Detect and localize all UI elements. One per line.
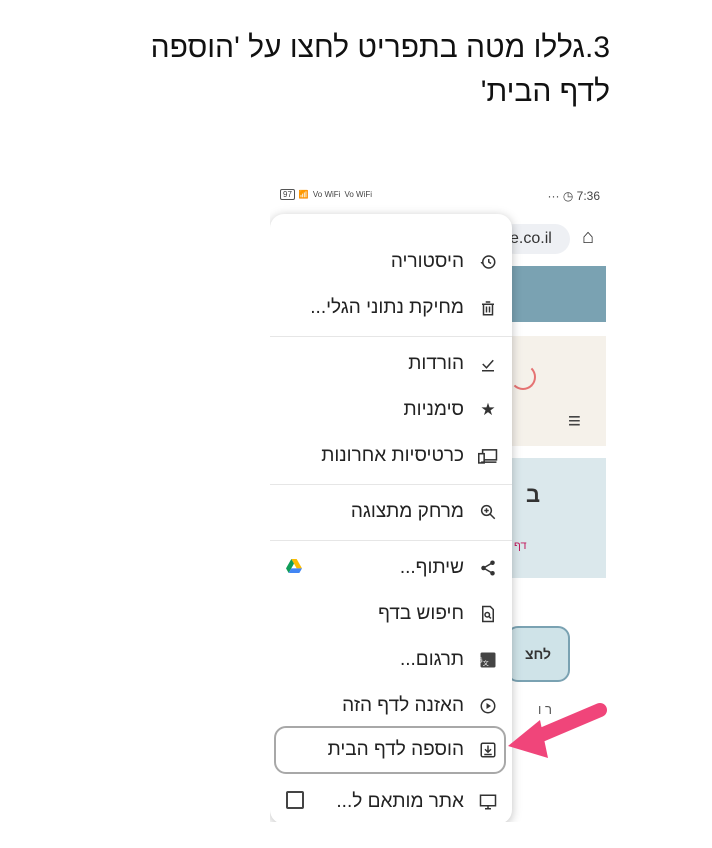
menu-item-clear-data[interactable]: מחיקת נתוני הגלי... [270, 286, 512, 330]
menu-label-recent-tabs: כרטיסיות אחרונות [321, 445, 464, 466]
download-icon [478, 354, 498, 374]
find-in-page-icon [478, 604, 498, 624]
status-left: 97 📶 Vo WiFi Vo WiFi [280, 189, 372, 200]
menu-divider [270, 484, 512, 485]
menu-label-add-to-home: הוספה לדף הבית [327, 739, 464, 760]
instruction-line-1: 3.גללו מטה בתפריט לחצו על 'הוספה [150, 31, 610, 64]
menu-item-history[interactable]: היסטוריה [270, 240, 512, 284]
menu-item-desktop-site[interactable]: אתר מותאם ל... [270, 780, 512, 822]
menu-label-find-in-page: חיפוש בדף [378, 603, 464, 624]
status-right: ··· ◷ 7:36 [547, 189, 600, 203]
menu-item-bookmarks[interactable]: ★ סימניות [270, 388, 512, 432]
play-icon [478, 696, 498, 716]
menu-item-find-in-page[interactable]: חיפוש בדף [270, 592, 512, 636]
loading-spinner-icon [510, 364, 536, 390]
trash-icon [478, 298, 498, 318]
status-dots: ··· [547, 189, 560, 203]
browser-overflow-menu: היסטוריה מחיקת נתוני הגלי... הורדות ★ סי… [270, 214, 512, 822]
page-cta-button[interactable]: לחצ [506, 626, 570, 682]
star-icon: ★ [480, 400, 496, 419]
menu-label-zoom: מרחק מתצוגה [350, 501, 464, 522]
menu-item-add-to-home[interactable]: הוספה לדף הבית [270, 728, 512, 772]
desktop-site-checkbox[interactable] [286, 790, 304, 814]
instruction-line-2: לדף הבית' [480, 75, 610, 108]
translate-icon: G文 [478, 650, 498, 670]
url-text[interactable]: e.co.il [510, 230, 552, 248]
svg-text:文: 文 [483, 659, 489, 667]
menu-item-translate[interactable]: G文 תרגום... [270, 638, 512, 682]
add-to-home-icon [478, 740, 498, 760]
clock-icon: ◷ [562, 189, 574, 203]
hamburger-menu-icon[interactable]: ≡ [568, 408, 581, 434]
status-time: 7:36 [576, 189, 600, 203]
menu-item-share[interactable]: שיתוף... [270, 546, 512, 590]
menu-label-bookmarks: סימניות [403, 399, 464, 420]
menu-label-desktop-site: אתר מותאם ל... [336, 791, 464, 812]
network-label-1: Vo WiFi [312, 190, 341, 199]
history-icon [478, 252, 498, 272]
devices-icon [478, 446, 498, 466]
battery-indicator: 97 [280, 189, 295, 200]
zoom-icon [478, 502, 498, 522]
menu-item-recent-tabs[interactable]: כרטיסיות אחרונות [270, 434, 512, 478]
page-hero-small-text: דף [514, 540, 527, 552]
menu-divider [270, 540, 512, 541]
menu-label-clear-data: מחיקת נתוני הגלי... [310, 297, 464, 318]
menu-item-zoom[interactable]: מרחק מתצוגה [270, 490, 512, 534]
menu-item-listen[interactable]: האזנה לדף הזה [270, 684, 512, 728]
wifi-icon: 📶 [298, 190, 309, 199]
google-drive-icon[interactable] [286, 558, 302, 578]
pointer-arrow-icon [508, 703, 607, 758]
status-bar: 97 📶 Vo WiFi Vo WiFi ··· ◷ 7:36 [270, 186, 606, 208]
menu-label-history: היסטוריה [390, 251, 464, 272]
network-label-2: Vo WiFi [344, 190, 372, 199]
desktop-icon [478, 792, 498, 812]
menu-label-listen: האזנה לדף הזה [342, 695, 464, 716]
menu-label-translate: תרגום... [399, 649, 464, 670]
menu-label-share: שיתוף... [399, 557, 464, 578]
page-hero-letter: ב [526, 482, 541, 507]
home-icon[interactable]: ⌂ [582, 226, 594, 249]
share-icon [478, 558, 498, 578]
menu-item-downloads[interactable]: הורדות [270, 342, 512, 386]
instruction-title: 3.גללו מטה בתפריט לחצו על 'הוספה לדף הבי… [70, 26, 610, 114]
menu-label-downloads: הורדות [408, 353, 464, 374]
menu-divider [270, 336, 512, 337]
